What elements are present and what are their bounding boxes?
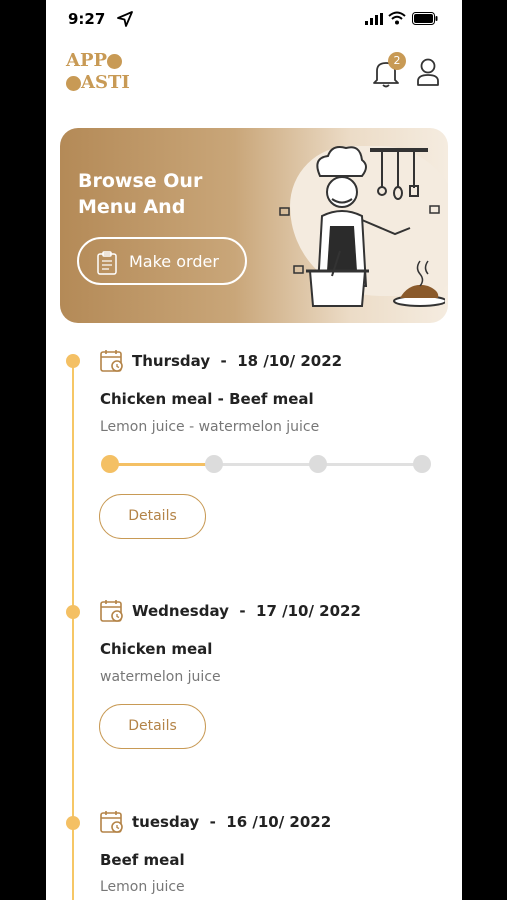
calendar-icon — [100, 350, 123, 372]
notification-badge: 2 — [388, 52, 406, 70]
juice-name: Lemon juice - watermelon juice — [100, 419, 320, 435]
logo-emblem-icon — [107, 53, 123, 69]
order-progress-track — [110, 463, 422, 466]
meal-name: Chicken meal - Beef meal — [100, 390, 314, 408]
location-arrow-icon — [117, 11, 133, 27]
calendar-icon — [100, 600, 123, 622]
day-date: 17 /10/ 2022 — [256, 602, 361, 620]
timeline-dot — [66, 605, 80, 619]
user-profile-icon[interactable] — [416, 58, 440, 88]
logo-text-line1: APP — [66, 50, 108, 71]
day-name: Thursday — [132, 352, 211, 370]
day-date: 18 /10/ 2022 — [237, 352, 343, 370]
order-list-icon — [97, 251, 117, 275]
promo-banner: Browse Our Menu And Make order — [60, 128, 448, 323]
progress-step-1 — [101, 455, 119, 473]
meal-name: Chicken meal — [100, 640, 213, 658]
day-date: 16 /10/ 2022 — [226, 813, 332, 831]
order-progress-fill — [110, 463, 213, 466]
chef-illustration — [279, 146, 445, 307]
timeline-dot — [66, 354, 80, 368]
progress-step-2 — [205, 455, 223, 473]
timeline-dot — [66, 816, 80, 830]
signal-icon — [365, 13, 383, 25]
logo-emblem-icon — [66, 75, 81, 91]
make-order-button[interactable]: Make order — [77, 237, 247, 285]
meal-name: Beef meal — [100, 851, 185, 869]
details-button[interactable]: Details — [99, 494, 206, 539]
juice-name: Lemon juice — [100, 879, 185, 895]
day-name: Wednesday — [132, 602, 229, 620]
make-order-label: Make order — [129, 252, 219, 271]
status-time: 9:27 — [68, 10, 106, 28]
progress-step-3 — [309, 455, 327, 473]
juice-name: watermelon juice — [100, 669, 221, 685]
app-screen: 9:27 APP ASTI 2 Browse Our Menu And Make… — [46, 0, 462, 900]
battery-icon — [412, 12, 438, 25]
wifi-icon — [388, 11, 406, 25]
details-button[interactable]: Details — [99, 704, 206, 749]
progress-step-4 — [413, 455, 431, 473]
calendar-icon — [100, 811, 123, 833]
app-logo: APP ASTI — [66, 48, 136, 98]
banner-title: Browse Our Menu And — [78, 170, 203, 218]
day-name: tuesday — [132, 813, 200, 831]
logo-text-line2: ASTI — [81, 72, 130, 93]
status-bar: 9:27 — [46, 0, 462, 40]
